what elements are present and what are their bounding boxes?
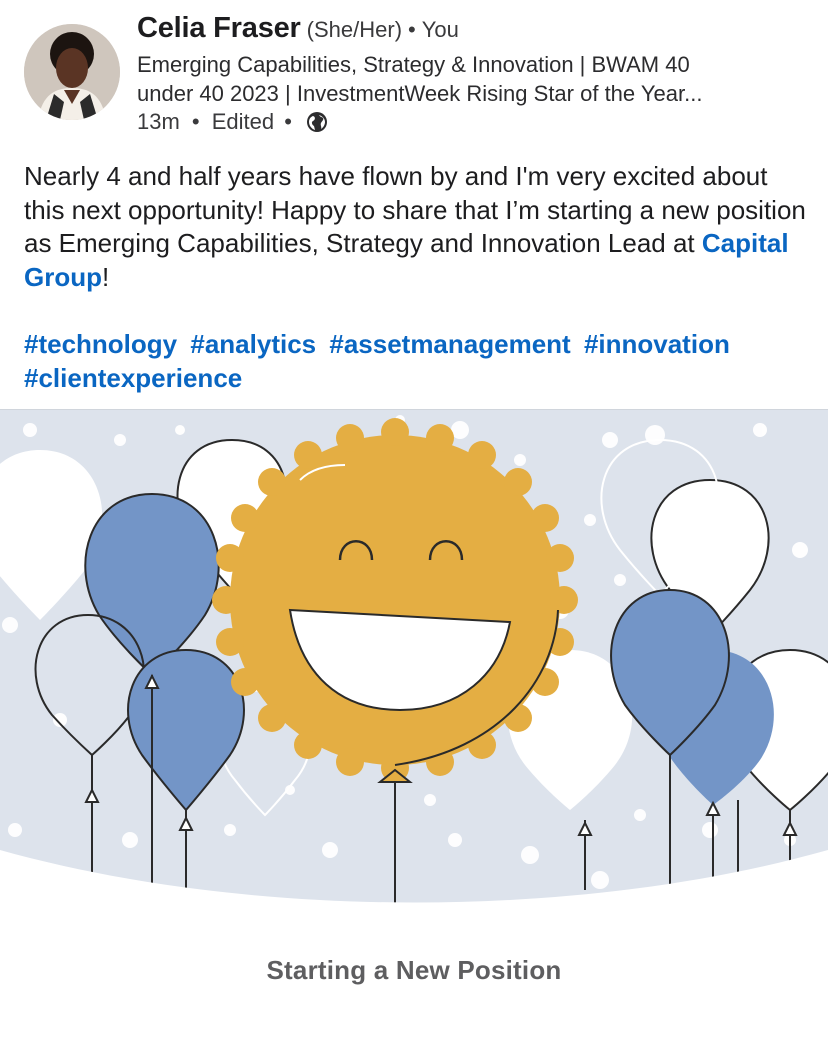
profile-photo-icon — [24, 24, 120, 120]
post-meta: 13m • Edited • — [137, 108, 328, 135]
hashtag-link[interactable]: #clientexperience — [24, 363, 242, 393]
globe-icon — [307, 112, 328, 133]
post-text: Nearly 4 and half years have flown by an… — [24, 160, 814, 294]
bullet-separator: • — [284, 109, 292, 135]
author-name[interactable]: Celia Fraser — [137, 12, 301, 44]
headline-line: Emerging Capabilities, Strategy & Innova… — [137, 52, 690, 77]
card-caption: Starting a New Position — [266, 955, 562, 985]
edited-label: Edited — [211, 109, 275, 135]
bullet-separator: • — [408, 17, 416, 42]
author-avatar[interactable] — [24, 24, 120, 120]
hashtag-link[interactable]: #technology — [24, 329, 177, 359]
bullet-separator: • — [191, 109, 200, 135]
celebration-image[interactable] — [0, 409, 828, 910]
connection-degree: You — [421, 17, 459, 42]
hashtag-link[interactable]: #assetmanagement — [329, 329, 570, 359]
hashtag-list: #technology #analytics #assetmanagement … — [24, 327, 824, 395]
post-timestamp: 13m — [137, 109, 180, 135]
post-text-content: Nearly 4 and half years have flown by an… — [24, 161, 806, 258]
author-name-row: Celia Fraser (She/Her) • You — [137, 12, 459, 45]
hashtag-link[interactable]: #analytics — [190, 329, 316, 359]
post-header: Celia Fraser (She/Her) • You Emerging Capab… — [0, 0, 828, 150]
post-text-content: ! — [102, 261, 110, 292]
author-headline: Emerging Capabilities, Strategy & Innova… — [137, 50, 797, 108]
author-pronouns: (She/Her) — [306, 17, 403, 42]
hashtag-link[interactable]: #innovation — [584, 329, 730, 359]
headline-line: under 40 2023 | InvestmentWeek Rising St… — [137, 81, 703, 106]
celebration-balloons-smiley-illustration-icon — [0, 410, 828, 910]
